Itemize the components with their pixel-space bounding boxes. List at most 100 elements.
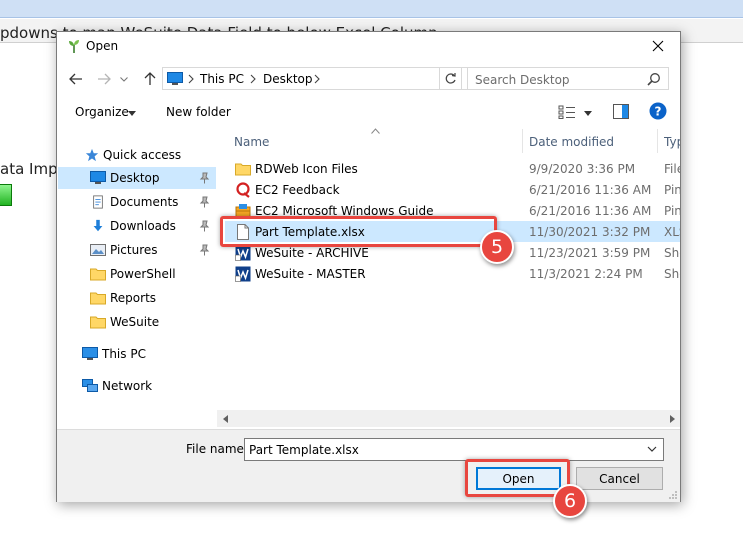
wesuite-icon [235, 245, 251, 261]
dialog-titlebar: Open [57, 32, 680, 60]
caret-right-icon [669, 414, 675, 423]
view-options-icon[interactable] [558, 105, 576, 119]
command-toolbar: Organize New folder ? [58, 99, 679, 125]
scroll-right-button[interactable] [663, 410, 680, 427]
pin-icon [199, 244, 210, 256]
recent-locations-button[interactable] [117, 68, 131, 90]
chevron-right-icon [250, 74, 256, 84]
file-date: 11/23/2021 3:59 PM [529, 246, 651, 260]
file-row-ec2-feedback[interactable]: EC2 Feedback 6/21/2016 11:36 AM Pin [225, 179, 680, 200]
search-icon[interactable] [647, 72, 661, 86]
sidebar-item-pictures[interactable]: Pictures [58, 239, 216, 261]
sidebar-item-label: Documents [110, 195, 179, 209]
wesuite-icon [235, 266, 251, 282]
sidebar-item-network[interactable]: Network [58, 375, 216, 397]
sidebar-item-downloads[interactable]: Downloads [58, 215, 216, 237]
forward-arrow-icon [98, 73, 111, 85]
sidebar-item-label: Pictures [110, 243, 158, 257]
step-6-badge: 6 [553, 484, 587, 518]
desktop-icon [167, 72, 183, 85]
column-header-type[interactable]: Typ [664, 129, 680, 153]
file-date: 9/9/2020 3:36 PM [529, 162, 636, 176]
caret-down-icon[interactable] [584, 111, 592, 116]
column-divider[interactable] [522, 129, 523, 153]
sidebar-item-this-pc[interactable]: This PC [58, 343, 216, 365]
sidebar-item-wesuite[interactable]: WeSuite [58, 311, 216, 333]
file-name-label: File name: [186, 442, 248, 456]
navigation-pane: Quick access Desktop Documents Downloads… [58, 129, 218, 429]
column-divider[interactable] [657, 129, 658, 153]
forward-button[interactable] [93, 68, 115, 90]
refresh-icon [445, 73, 456, 84]
back-button[interactable] [65, 68, 87, 90]
documents-icon [93, 195, 103, 209]
download-icon [93, 219, 103, 232]
column-header-date-modified[interactable]: Date modified [529, 129, 614, 153]
chevron-down-icon [120, 76, 128, 82]
highlight-open-button [465, 459, 570, 497]
search-input[interactable] [467, 67, 669, 90]
step-5-badge: 5 [480, 230, 514, 264]
sidebar-item-reports[interactable]: Reports [58, 287, 216, 309]
caret-left-icon [222, 414, 228, 423]
pictures-icon [90, 244, 106, 256]
horizontal-scrollbar[interactable] [217, 410, 680, 427]
pin-icon [199, 196, 210, 208]
breadcrumb-desktop[interactable]: Desktop [263, 72, 313, 86]
file-type: Sho [664, 246, 680, 260]
close-button[interactable] [636, 32, 680, 60]
organize-button[interactable]: Organize [75, 105, 129, 119]
column-header-name[interactable]: Name [234, 129, 269, 153]
sidebar-item-desktop[interactable]: Desktop [58, 167, 216, 189]
file-type: Pin [664, 204, 680, 218]
pin-icon [199, 220, 210, 232]
new-folder-button[interactable]: New folder [166, 105, 231, 119]
sidebar-item-label: Downloads [110, 219, 176, 233]
desktop-icon [90, 171, 106, 184]
open-file-dialog: Open This PC Desktop Search Desktop Orga… [56, 31, 681, 502]
sidebar-item-documents[interactable]: Documents [58, 191, 216, 213]
star-icon [85, 148, 99, 162]
background-status-indicator [0, 184, 12, 206]
breadcrumb-this-pc[interactable]: This PC [200, 72, 244, 86]
sidebar-item-label: This PC [102, 347, 146, 361]
file-name: WeSuite - MASTER [255, 267, 366, 281]
file-date: 6/21/2016 11:36 AM [529, 204, 652, 218]
computer-icon [82, 347, 98, 360]
chevron-right-icon [314, 74, 320, 84]
chevron-right-icon [188, 74, 194, 84]
sidebar-item-powershell[interactable]: PowerShell [58, 263, 216, 285]
folder-icon [90, 316, 106, 329]
folder-icon [235, 163, 251, 176]
sidebar-item-label: Quick access [103, 148, 182, 162]
file-name-input[interactable] [244, 438, 664, 461]
folder-icon [90, 292, 106, 305]
file-row-rdweb-icon-files[interactable]: RDWeb Icon Files 9/9/2020 3:36 PM File [225, 158, 680, 179]
background-window-frame [0, 0, 743, 18]
refresh-button[interactable] [439, 67, 462, 90]
sort-ascending-icon [371, 128, 380, 134]
sprout-icon [69, 40, 79, 53]
cancel-button[interactable]: Cancel [576, 467, 663, 490]
sidebar-item-quick-access[interactable]: Quick access [58, 144, 216, 166]
scroll-left-button[interactable] [217, 410, 234, 427]
resize-grip-icon[interactable] [668, 490, 678, 500]
help-icon[interactable]: ? [649, 102, 667, 120]
pin-icon [199, 172, 210, 184]
file-type: Sho [664, 267, 680, 281]
up-button[interactable] [139, 68, 161, 90]
chevron-down-icon[interactable] [647, 446, 657, 452]
file-type: Pin [664, 183, 680, 197]
file-list: Name Date modified Typ RDWeb Icon Files … [225, 128, 680, 429]
file-name: WeSuite - ARCHIVE [255, 246, 369, 260]
file-date: 11/30/2021 3:32 PM [529, 225, 651, 239]
close-icon [652, 40, 664, 52]
file-date: 6/21/2016 11:36 AM [529, 183, 652, 197]
file-date: 11/3/2021 2:24 PM [529, 267, 643, 281]
file-row-wesuite-master[interactable]: WeSuite - MASTER 11/3/2021 2:24 PM Sho [225, 263, 680, 284]
preview-pane-icon[interactable] [613, 104, 629, 119]
sidebar-item-label: WeSuite [110, 315, 160, 329]
file-type: XLS [664, 225, 680, 239]
sidebar-item-label: Desktop [110, 171, 160, 185]
svg-text:?: ? [655, 105, 662, 119]
